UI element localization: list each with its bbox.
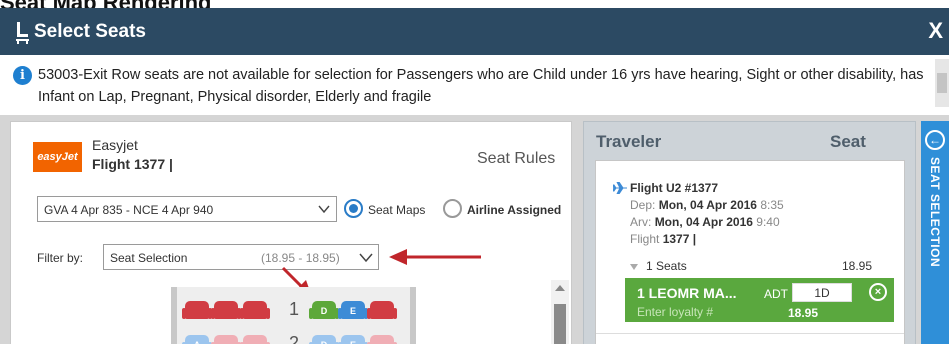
dep-label: Dep:	[630, 198, 656, 212]
seat-icon	[16, 22, 29, 44]
seatmap-rail-right	[410, 287, 416, 344]
collapse-triangle-icon[interactable]	[630, 264, 638, 270]
info-icon: i	[13, 66, 32, 85]
seat-1B[interactable]	[211, 301, 241, 319]
airline-assigned-label: Airline Assigned	[467, 203, 562, 217]
seat-1C[interactable]	[240, 301, 270, 319]
arv-label: Arv:	[630, 215, 652, 229]
dialog-title: Select Seats	[34, 21, 146, 42]
seat-1D[interactable]: D	[309, 301, 339, 319]
loyalty-input[interactable]: Enter loyalty #	[637, 305, 713, 319]
page-heading: Seat Map Rendering	[0, 0, 211, 15]
dep-date: Mon, 04 Apr 2016	[658, 198, 757, 212]
seats-count: 1 Seats	[646, 259, 687, 273]
row-number: 2	[289, 333, 300, 344]
card-divider	[596, 333, 904, 334]
seat-2E[interactable]: E	[338, 335, 368, 344]
chevron-down-icon	[318, 205, 330, 214]
flight-num: 1377 |	[662, 232, 697, 246]
seat-header: Seat	[830, 132, 866, 151]
scroll-up-arrow[interactable]	[555, 285, 565, 291]
seatmap-scrollbar[interactable]	[551, 280, 569, 344]
chevron-down-icon	[359, 253, 373, 263]
arrival-line: Arv: Mon, 04 Apr 2016 9:40	[630, 215, 780, 229]
seat-2B[interactable]	[211, 335, 241, 344]
filter-label: Filter by:	[37, 251, 84, 265]
seat-2F[interactable]	[367, 335, 397, 344]
flight-line: Flight U2 #1377	[630, 181, 719, 195]
seat-map: 1 D E A 2 D E	[171, 287, 416, 344]
seat-maps-label: Seat Maps	[368, 203, 426, 217]
filter-arrowhead	[389, 249, 407, 265]
flight-num-line: Flight 1377 |	[630, 232, 696, 246]
airline-logo: easyJet	[33, 142, 82, 172]
seat-2D[interactable]: D	[309, 335, 339, 344]
seats-count-line[interactable]: 1 Seats	[630, 259, 687, 273]
flight-card: Flight U2 #1377 Dep: Mon, 04 Apr 2016 8:…	[595, 160, 905, 344]
filter-range: (18.95 - 18.95)	[261, 251, 340, 265]
remove-seat-icon[interactable]: ×	[869, 283, 887, 301]
departure-line: Dep: Mon, 04 Apr 2016 8:35	[630, 198, 784, 212]
seatmap-scroll-thumb[interactable]	[554, 304, 566, 344]
seat-rules-link[interactable]: Seat Rules	[477, 150, 555, 168]
seat-maps-radio[interactable]	[344, 199, 363, 218]
notice-scrollbar[interactable]	[935, 59, 949, 107]
filter-value: Seat Selection	[110, 251, 188, 265]
close-button[interactable]: X	[928, 18, 943, 44]
passenger-type: ADT	[764, 287, 788, 301]
notice-text: 53003-Exit Row seats are not available f…	[38, 67, 924, 105]
airline-assigned-radio[interactable]	[443, 199, 462, 218]
arrow-left-icon[interactable]: ←	[925, 130, 945, 150]
flight-label: Flight	[630, 232, 660, 246]
arv-date: Mon, 04 Apr 2016	[654, 215, 753, 229]
seat-1E[interactable]: E	[338, 301, 368, 319]
app-root: Seat Map Rendering Select Seats X i 5300…	[0, 0, 949, 344]
dialog-titlebar: Select Seats X	[0, 8, 949, 55]
assigned-seat-field[interactable]: 1D	[792, 283, 852, 302]
traveler-panel: Traveler Seat Flight U2 #1377 Dep: Mon, …	[583, 121, 916, 344]
row-number: 1	[289, 299, 300, 319]
seat-arrow	[281, 266, 305, 290]
segment-select[interactable]: GVA 4 Apr 835 - NCE 4 Apr 940	[37, 196, 337, 222]
seat-2A[interactable]: A	[182, 335, 212, 344]
airline-name: Easyjet	[92, 137, 138, 153]
filter-select[interactable]: Seat Selection (18.95 - 18.95)	[103, 244, 379, 270]
seat-1A[interactable]	[182, 301, 212, 319]
passenger-name: 1 LEOMR MA...	[637, 285, 737, 301]
dialog-content: easyJet Easyjet Flight 1377 | Seat Rules…	[0, 115, 949, 344]
seat-2C[interactable]	[240, 335, 270, 344]
passenger-price: 18.95	[788, 306, 819, 320]
passenger-row[interactable]: 1 LEOMR MA... ADT 1D × Enter loyalty # 1…	[625, 278, 894, 322]
seatmap-rail-left	[171, 287, 177, 344]
exit-row-notice: i 53003-Exit Row seats are not available…	[0, 55, 949, 115]
seats-price: 18.95	[842, 259, 873, 273]
segment-value: GVA 4 Apr 835 - NCE 4 Apr 940	[44, 203, 214, 217]
seat-selection-tab[interactable]: ← SEAT SELECTION	[921, 121, 949, 344]
notice-scroll-thumb[interactable]	[937, 73, 947, 93]
radio-dot	[349, 204, 358, 213]
arv-time: 9:40	[756, 215, 780, 229]
plane-icon	[613, 182, 627, 194]
dep-time: 8:35	[760, 198, 784, 212]
flight-number: Flight 1377 |	[92, 156, 173, 172]
seat-1F[interactable]	[367, 301, 397, 319]
flight-panel: easyJet Easyjet Flight 1377 | Seat Rules…	[10, 121, 572, 344]
traveler-header: Traveler	[596, 132, 662, 151]
side-tab-label: SEAT SELECTION	[928, 157, 942, 268]
